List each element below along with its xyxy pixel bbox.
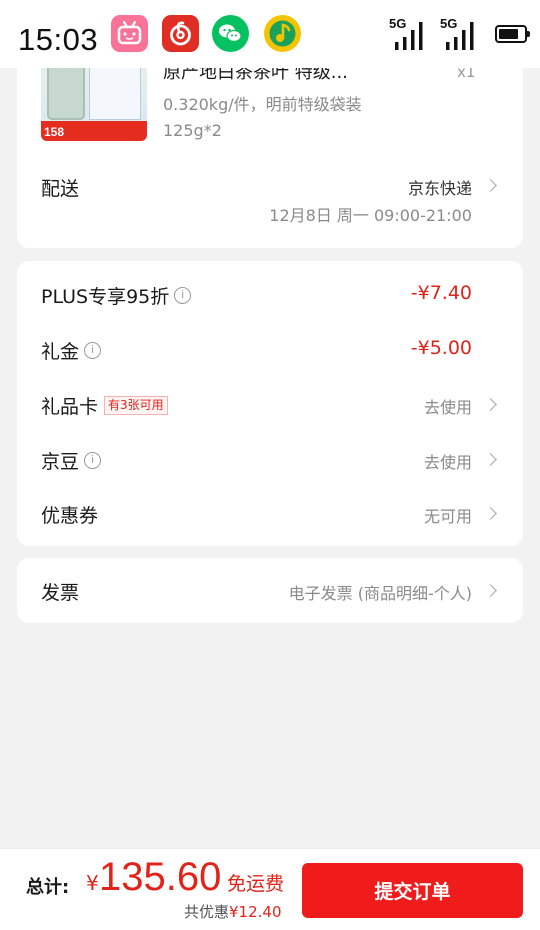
delivery-carrier[interactable]: 京东快递 (408, 175, 472, 199)
invoice-label: 发票 (41, 582, 80, 604)
chevron-right-icon[interactable] (484, 398, 497, 411)
jingdou-action[interactable]: 去使用 (424, 449, 472, 473)
delivery-time[interactable]: 12月8日 周一 09:00-21:00 (269, 202, 472, 226)
savings-label: 共优惠 (184, 903, 230, 921)
invoice-value[interactable]: 电子发票 (商品明细-个人) (289, 580, 472, 604)
plus-discount-value: -¥7.40 (410, 282, 472, 304)
gift-card-action[interactable]: 去使用 (424, 394, 472, 418)
signal-strength-icon: 5G (440, 16, 480, 52)
chevron-right-icon[interactable] (484, 507, 497, 520)
product-thumbnail[interactable]: 158 (41, 56, 147, 141)
chevron-right-icon[interactable] (484, 179, 497, 192)
info-icon[interactable]: i (84, 452, 102, 469)
gift-money-label: 礼金 (41, 341, 80, 363)
battery-icon (495, 25, 530, 43)
order-confirm-page: 158 原产地白茶茶叶 特级... x1 0.320kg/件，明前特级袋装125… (0, 0, 540, 930)
gift-card-available-tag: 有3张可用 (104, 396, 168, 415)
tea-jar-image (47, 60, 85, 120)
invoice-card[interactable]: 发票 电子发票 (商品明细-个人) (17, 558, 523, 623)
tea-box-image (89, 64, 141, 120)
status-time: 15:03 (18, 22, 99, 57)
savings-amount: ¥12.40 (229, 903, 282, 921)
total-label: 总计: (26, 877, 70, 898)
chevron-right-icon[interactable] (484, 453, 497, 466)
wechat-icon (212, 15, 249, 52)
plus-discount-row[interactable]: PLUS专享95折 i (41, 282, 192, 309)
product-spec: 0.320kg/件，明前特级袋装125g*2 (163, 95, 362, 140)
signal-strength-icon: 5G (389, 16, 429, 52)
checkout-bar: 总计: ¥ 135.60 免运费 共优惠¥12.40 提交订单 (0, 848, 540, 930)
bilibili-icon (111, 15, 148, 52)
netease-music-icon (162, 15, 199, 52)
delivery-label: 配送 (41, 178, 80, 200)
battery-level (499, 29, 519, 39)
total-amount: 135.60 (99, 855, 222, 899)
chevron-right-icon[interactable] (484, 584, 497, 597)
jingdou-row[interactable]: 京豆 i (41, 447, 102, 474)
jingdou-label: 京豆 (41, 451, 80, 473)
discount-card: PLUS专享95折 i -¥7.40 礼金 i -¥5.00 礼品卡 有3张可用 去使… (17, 261, 523, 546)
coupon-label[interactable]: 优惠券 (41, 501, 98, 528)
battery-nub (527, 31, 530, 37)
plus-discount-label: PLUS专享95折 (41, 286, 170, 308)
total-savings[interactable]: 共优惠¥12.40 (184, 901, 282, 922)
coupon-action[interactable]: 无可用 (424, 503, 472, 527)
info-icon[interactable]: i (174, 287, 192, 304)
submit-order-button[interactable]: 提交订单 (302, 863, 523, 918)
currency-symbol: ¥ (86, 871, 99, 895)
qq-music-icon (264, 15, 301, 52)
thumb-price: 158 (44, 125, 65, 139)
status-bar: 15:03 5G 5G (0, 0, 540, 68)
gift-money-value: -¥5.00 (410, 337, 472, 359)
gift-card-row[interactable]: 礼品卡 有3张可用 (41, 392, 168, 419)
free-shipping-label: 免运费 (227, 873, 285, 895)
info-icon[interactable]: i (84, 342, 102, 359)
gift-card-label: 礼品卡 (41, 396, 99, 418)
gift-money-row[interactable]: 礼金 i (41, 337, 102, 364)
